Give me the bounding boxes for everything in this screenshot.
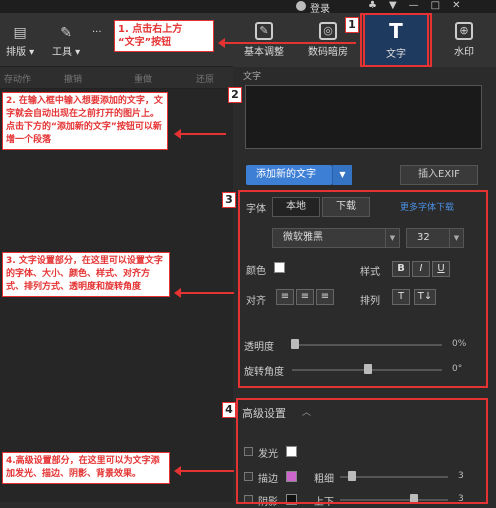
- layout-icon: ▤: [13, 25, 27, 41]
- layout-label: 排版: [6, 47, 26, 58]
- tab-label: 水印: [454, 47, 474, 58]
- maximize-icon[interactable]: □: [431, 0, 452, 11]
- title-bar: 登录 ♣▼—□✕: [0, 0, 496, 15]
- tools-label: 工具: [52, 47, 72, 58]
- watermark-icon: ⊕: [455, 22, 473, 40]
- tools-button[interactable]: ✎ 工具 ▾: [52, 25, 80, 58]
- tab-watermark[interactable]: ⊕ 水印: [433, 13, 495, 67]
- callout-note-2: 2. 在输入框中输入想要添加的文字，文字就会自动出现在之前打开的图片上。点击下方…: [2, 92, 168, 150]
- callout-arrow-1: [218, 38, 356, 48]
- highlight-box-1: [360, 13, 432, 67]
- callout-number-2: 2: [228, 87, 242, 103]
- highlight-box-4: [236, 398, 488, 504]
- minimize-icon[interactable]: —: [409, 0, 431, 11]
- restore-button[interactable]: 还原: [196, 72, 214, 85]
- wrench-icon: ✎: [60, 25, 72, 41]
- callout-note-1: 1. 点击右上方 “文字”按钮: [114, 20, 214, 52]
- callout-number-1: 1: [345, 17, 359, 33]
- highlight-box-3: [238, 190, 488, 388]
- callout-arrow-2: [174, 129, 226, 139]
- callout-note-3: 3. 文字设置部分，在这里可以设置文字的字体、大小、颜色、样式、对齐方式、排列方…: [2, 252, 170, 297]
- more-button[interactable]: ···: [92, 27, 102, 38]
- layout-button[interactable]: ▤ 排版 ▾: [6, 25, 34, 58]
- undo-button[interactable]: 撤销: [64, 72, 82, 85]
- add-text-dropdown[interactable]: ▼: [332, 165, 352, 185]
- section-label: 文字: [243, 72, 262, 82]
- text-input[interactable]: [245, 85, 482, 149]
- callout-note-4: 4.高级设置部分，在这里可以为文字添加发光、描边、阴影、背景效果。: [2, 452, 170, 484]
- callout-arrow-3: [174, 288, 234, 298]
- history-bar: 存动作 撤销 重做 还原: [0, 67, 233, 89]
- tab-label: 基本调整: [244, 47, 284, 58]
- insert-exif-button[interactable]: 插入EXIF: [400, 165, 478, 185]
- tab-label: 数码暗房: [308, 47, 348, 58]
- edit-icon: ✎: [255, 22, 273, 40]
- skin-icon[interactable]: ♣: [368, 0, 389, 11]
- user-icon[interactable]: [296, 1, 306, 11]
- redo-button[interactable]: 重做: [134, 72, 152, 85]
- menu-icon[interactable]: ▼: [389, 0, 409, 11]
- chevron-down-icon: ▼: [339, 170, 346, 179]
- callout-number-4: 4: [222, 402, 236, 418]
- window-controls[interactable]: ♣▼—□✕: [368, 0, 473, 11]
- tab-basic-adjust[interactable]: ✎ 基本调整: [233, 13, 295, 67]
- callout-number-3: 3: [222, 192, 236, 208]
- callout-arrow-4: [174, 466, 234, 476]
- save-action-button[interactable]: 存动作: [4, 72, 31, 85]
- camera-icon: ◎: [319, 22, 337, 40]
- close-icon[interactable]: ✕: [452, 0, 472, 11]
- add-text-button[interactable]: 添加新的文字: [246, 165, 332, 185]
